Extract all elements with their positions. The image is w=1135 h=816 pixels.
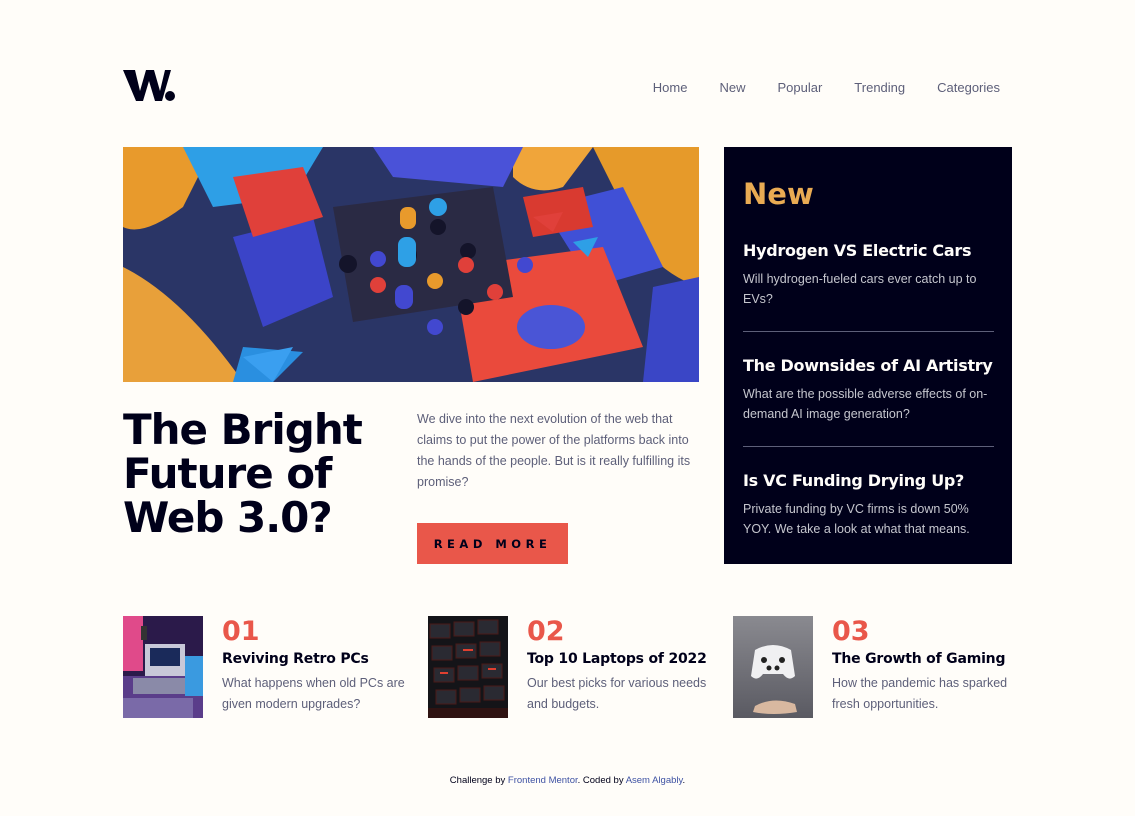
new-item-title[interactable]: Hydrogen VS Electric Cars xyxy=(743,241,994,261)
nav-link-categories[interactable]: Categories xyxy=(937,80,1000,95)
article-description: Our best picks for various needs and bud… xyxy=(527,676,707,711)
new-item-title[interactable]: Is VC Funding Drying Up? xyxy=(743,471,994,491)
w-logo-icon[interactable] xyxy=(123,66,177,106)
article-description: How the pandemic has sparked fresh oppor… xyxy=(832,676,1008,711)
new-item-title[interactable]: The Downsides of AI Artistry xyxy=(743,356,994,376)
article-number: 02 xyxy=(527,616,565,647)
footer-suffix: . xyxy=(682,775,686,786)
read-more-button[interactable]: READ MORE xyxy=(417,523,568,564)
footer-prefix: Challenge by xyxy=(449,775,508,786)
article-card[interactable]: 01 Reviving Retro PCs What happens when … xyxy=(123,616,413,718)
new-item-description: Private funding by VC firms is down 50% … xyxy=(743,502,970,536)
article-body: 01 Reviving Retro PCs What happens when … xyxy=(222,616,413,718)
new-item-description: What are the possible adverse effects of… xyxy=(743,387,988,421)
article-body: 03 The Growth of Gaming How the pandemic… xyxy=(832,616,1023,718)
frontend-mentor-link[interactable]: Frontend Mentor xyxy=(508,775,578,786)
footer-attribution: Challenge by Frontend Mentor. Coded by A… xyxy=(0,775,1135,786)
author-link[interactable]: Asem Algably xyxy=(626,775,683,786)
nav-link-home[interactable]: Home xyxy=(653,80,688,95)
hero-image xyxy=(123,147,699,382)
new-item[interactable]: Hydrogen VS Electric Cars Will hydrogen-… xyxy=(743,241,994,332)
hero-description: We dive into the next evolution of the w… xyxy=(417,412,691,489)
game-controller-image[interactable] xyxy=(733,616,813,718)
nav-link-trending[interactable]: Trending xyxy=(854,80,905,95)
new-articles-panel: New Hydrogen VS Electric Cars Will hydro… xyxy=(724,147,1012,564)
nav-link-new[interactable]: New xyxy=(719,80,745,95)
laptop-keyboard-image[interactable] xyxy=(428,616,508,718)
hero-title: The Bright Future of Web 3.0? xyxy=(123,405,363,542)
article-title[interactable]: Reviving Retro PCs xyxy=(222,651,413,667)
nav-link-popular[interactable]: Popular xyxy=(777,80,822,95)
main-nav: Home New Popular Trending Categories xyxy=(653,80,1000,95)
new-item-description: Will hydrogen-fueled cars ever catch up … xyxy=(743,272,977,306)
article-number: 03 xyxy=(832,616,870,647)
new-item[interactable]: Is VC Funding Drying Up? Private funding… xyxy=(743,471,994,561)
article-title[interactable]: Top 10 Laptops of 2022 xyxy=(527,651,718,667)
retro-pcs-image[interactable] xyxy=(123,616,203,718)
footer-middle: . Coded by xyxy=(577,775,626,786)
article-body: 02 Top 10 Laptops of 2022 Our best picks… xyxy=(527,616,718,718)
new-panel-heading: New xyxy=(743,177,814,211)
article-title[interactable]: The Growth of Gaming xyxy=(832,651,1023,667)
article-number: 01 xyxy=(222,616,260,647)
article-description: What happens when old PCs are given mode… xyxy=(222,676,405,711)
article-card[interactable]: 02 Top 10 Laptops of 2022 Our best picks… xyxy=(428,616,718,718)
new-item[interactable]: The Downsides of AI Artistry What are th… xyxy=(743,356,994,447)
article-card[interactable]: 03 The Growth of Gaming How the pandemic… xyxy=(733,616,1023,718)
